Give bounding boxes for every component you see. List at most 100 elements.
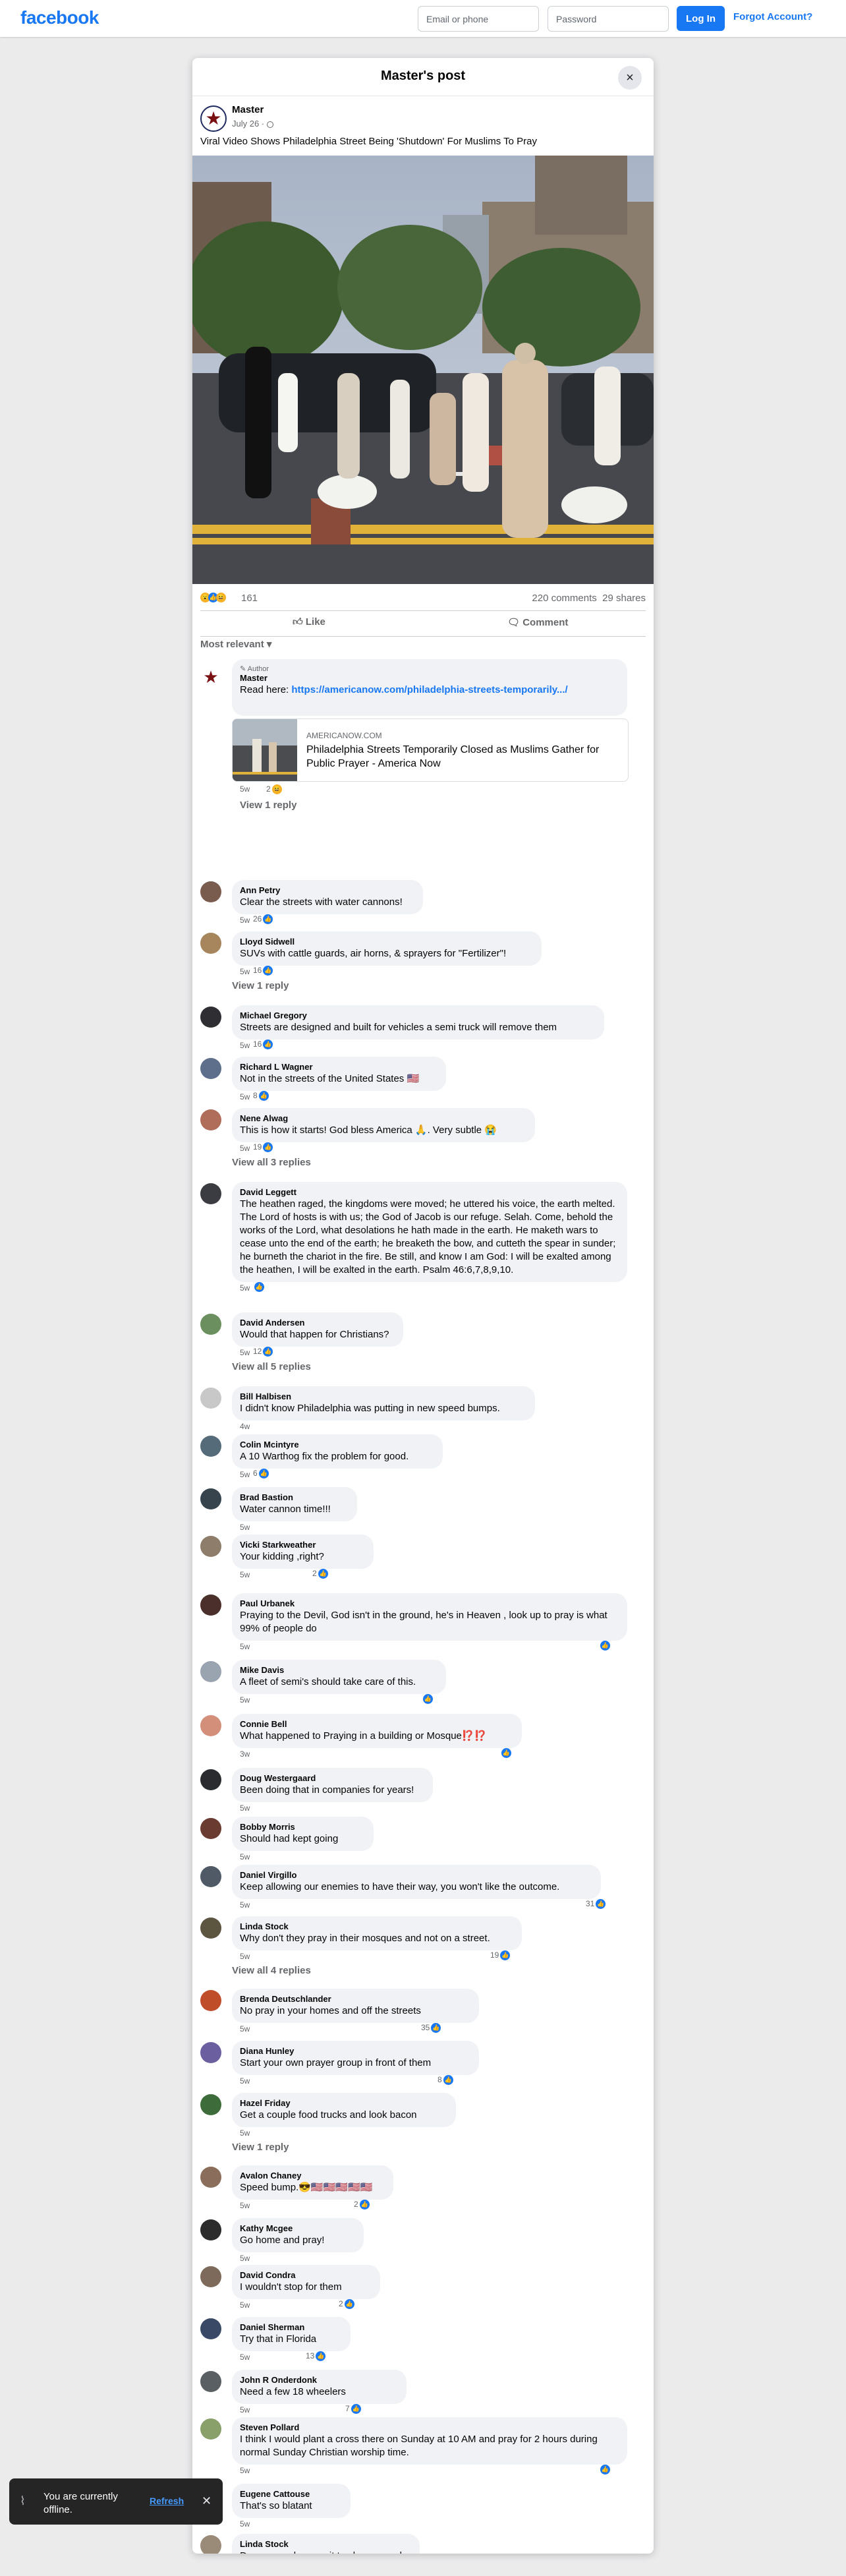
- comment-reactions[interactable]: 35 👍: [421, 2023, 441, 2034]
- comment-reactions[interactable]: 6 👍: [253, 1469, 269, 1479]
- comment-time[interactable]: 5w: [240, 2466, 250, 2475]
- comment-reactions[interactable]: 👍: [599, 1641, 610, 1651]
- password-field[interactable]: [548, 6, 669, 32]
- commenter-name[interactable]: Diana Hunley: [240, 2046, 471, 2057]
- comment-time[interactable]: 5w: [240, 1695, 250, 1705]
- comment-time[interactable]: 5w: [240, 916, 250, 925]
- commenter-name[interactable]: Linda Stock: [240, 1921, 514, 1932]
- commenter-name[interactable]: David Andersen: [240, 1318, 395, 1328]
- avatar[interactable]: [200, 1058, 221, 1079]
- avatar[interactable]: [200, 1007, 221, 1028]
- commenter-name[interactable]: Paul Urbanek: [240, 1598, 619, 1609]
- commenter-name[interactable]: Brad Bastion: [240, 1492, 349, 1503]
- commenter-name[interactable]: Steven Pollard: [240, 2422, 619, 2433]
- article-link[interactable]: https://americanow.com/philadelphia-stre…: [291, 684, 567, 695]
- comment-reactions[interactable]: 8 👍: [253, 1091, 269, 1101]
- email-field[interactable]: [418, 6, 539, 32]
- commenter-name[interactable]: Eugene Cattouse: [240, 2489, 343, 2500]
- commenter-name[interactable]: Michael Gregory: [240, 1010, 596, 1021]
- commenter-name[interactable]: Daniel Virgillo: [240, 1870, 593, 1881]
- close-icon[interactable]: ×: [618, 66, 642, 90]
- comment-reactions[interactable]: 2 👍: [312, 1569, 328, 1579]
- comment-reactions[interactable]: 2 👍: [354, 2200, 370, 2210]
- avatar[interactable]: [200, 1769, 221, 1790]
- view-replies-link[interactable]: View all 3 replies: [232, 1157, 311, 1168]
- avatar[interactable]: [200, 2371, 221, 2392]
- close-icon[interactable]: ✕: [202, 2494, 212, 2508]
- commenter-name[interactable]: Avalon Chaney: [240, 2171, 385, 2181]
- comment-time[interactable]: 5w: [240, 1348, 250, 1357]
- comment-time[interactable]: 5w: [240, 1952, 250, 1961]
- comment-time[interactable]: 5w: [240, 2519, 250, 2529]
- comment-time[interactable]: 5w: [240, 1570, 250, 1579]
- commenter-name[interactable]: Colin Mcintyre: [240, 1440, 435, 1450]
- comment-reactions[interactable]: 19 👍: [490, 1950, 511, 1961]
- comment-reactions[interactable]: 👍: [253, 1282, 264, 1293]
- comment-reactions[interactable]: 26 👍: [253, 914, 273, 925]
- commenter-name[interactable]: Mike Davis: [240, 1665, 438, 1676]
- forgot-account-link[interactable]: Forgot Account?: [733, 11, 812, 22]
- comment-time[interactable]: 5w: [240, 1092, 250, 1101]
- comment-reactions[interactable]: 👍: [422, 1694, 433, 1705]
- view-replies-link[interactable]: View all 4 replies: [232, 1965, 311, 1976]
- avatar[interactable]: [200, 881, 221, 902]
- avatar[interactable]: [200, 1314, 221, 1335]
- avatar[interactable]: [200, 2318, 221, 2339]
- comment-reactions[interactable]: 31 👍: [586, 1899, 606, 1910]
- comment-reactions[interactable]: 12 👍: [253, 1347, 273, 1357]
- comment-time[interactable]: 5w: [240, 967, 250, 976]
- avatar[interactable]: [200, 1917, 221, 1939]
- comment-reactions[interactable]: 2 😆: [266, 784, 282, 795]
- commenter-name[interactable]: Richard L Wagner: [240, 1062, 438, 1072]
- commenter-name[interactable]: Hazel Friday: [240, 2098, 448, 2109]
- post-date[interactable]: July 26 ·: [232, 119, 267, 129]
- avatar[interactable]: [200, 1715, 221, 1736]
- author-avatar[interactable]: ★: [200, 105, 227, 132]
- avatar[interactable]: [200, 2094, 221, 2115]
- avatar[interactable]: [200, 2418, 221, 2440]
- avatar[interactable]: [200, 2266, 221, 2287]
- comment-time[interactable]: 5w: [240, 1852, 250, 1861]
- commenter-name[interactable]: John R Onderdonk: [240, 2375, 399, 2386]
- view-replies-link[interactable]: View all 5 replies: [232, 1361, 311, 1372]
- comment-reactions[interactable]: 👍: [599, 2465, 610, 2475]
- refresh-link[interactable]: Refresh: [150, 2496, 184, 2506]
- view-replies-link[interactable]: View 1 reply: [232, 980, 289, 991]
- comment-reactions[interactable]: 8 👍: [437, 2075, 453, 2086]
- commenter-name[interactable]: Master: [240, 673, 619, 684]
- avatar[interactable]: [200, 1536, 221, 1557]
- link-preview-card[interactable]: AMERICANOW.COM Philadelphia Streets Temp…: [232, 718, 629, 782]
- comment-reactions[interactable]: 13 👍: [306, 2351, 326, 2362]
- login-button[interactable]: Log In: [677, 6, 725, 31]
- comment-time[interactable]: 5w: [240, 2128, 250, 2138]
- comment-button[interactable]: 🗨︎ Comment: [507, 616, 568, 628]
- avatar[interactable]: [200, 1661, 221, 1682]
- comment-time[interactable]: 5w: [240, 1523, 250, 1532]
- like-button[interactable]: 👍︎ Like: [293, 616, 325, 628]
- comment-time[interactable]: 5w: [240, 2353, 250, 2362]
- avatar[interactable]: [200, 1990, 221, 2011]
- avatar[interactable]: [200, 1388, 221, 1409]
- commenter-name[interactable]: Connie Bell: [240, 1719, 514, 1730]
- comment-reactions[interactable]: 19 👍: [253, 1142, 273, 1153]
- comment-time[interactable]: 5w: [240, 1642, 250, 1651]
- avatar[interactable]: [200, 2167, 221, 2188]
- comment-time[interactable]: 5w: [240, 1041, 250, 1050]
- avatar[interactable]: [200, 2219, 221, 2240]
- avatar[interactable]: [200, 1818, 221, 1839]
- comment-reactions[interactable]: 👍: [500, 1748, 511, 1759]
- comment-reactions[interactable]: 16 👍: [253, 966, 273, 976]
- post-video[interactable]: [192, 156, 654, 584]
- avatar[interactable]: [200, 1488, 221, 1509]
- comment-reactions[interactable]: 7 👍: [345, 2404, 361, 2415]
- avatar[interactable]: [200, 1109, 221, 1130]
- commenter-name[interactable]: Bobby Morris: [240, 1822, 366, 1832]
- commenter-name[interactable]: Vicki Starkweather: [240, 1540, 366, 1550]
- reaction-count[interactable]: 161: [241, 593, 258, 604]
- comment-time[interactable]: 5w: [240, 2254, 250, 2263]
- reaction-icons[interactable]: 😮👍😆: [200, 591, 226, 602]
- commenter-name[interactable]: Daniel Sherman: [240, 2322, 343, 2333]
- avatar[interactable]: [200, 2535, 221, 2554]
- commenter-name[interactable]: David Condra: [240, 2270, 372, 2281]
- comment-time[interactable]: 5w: [240, 2076, 250, 2086]
